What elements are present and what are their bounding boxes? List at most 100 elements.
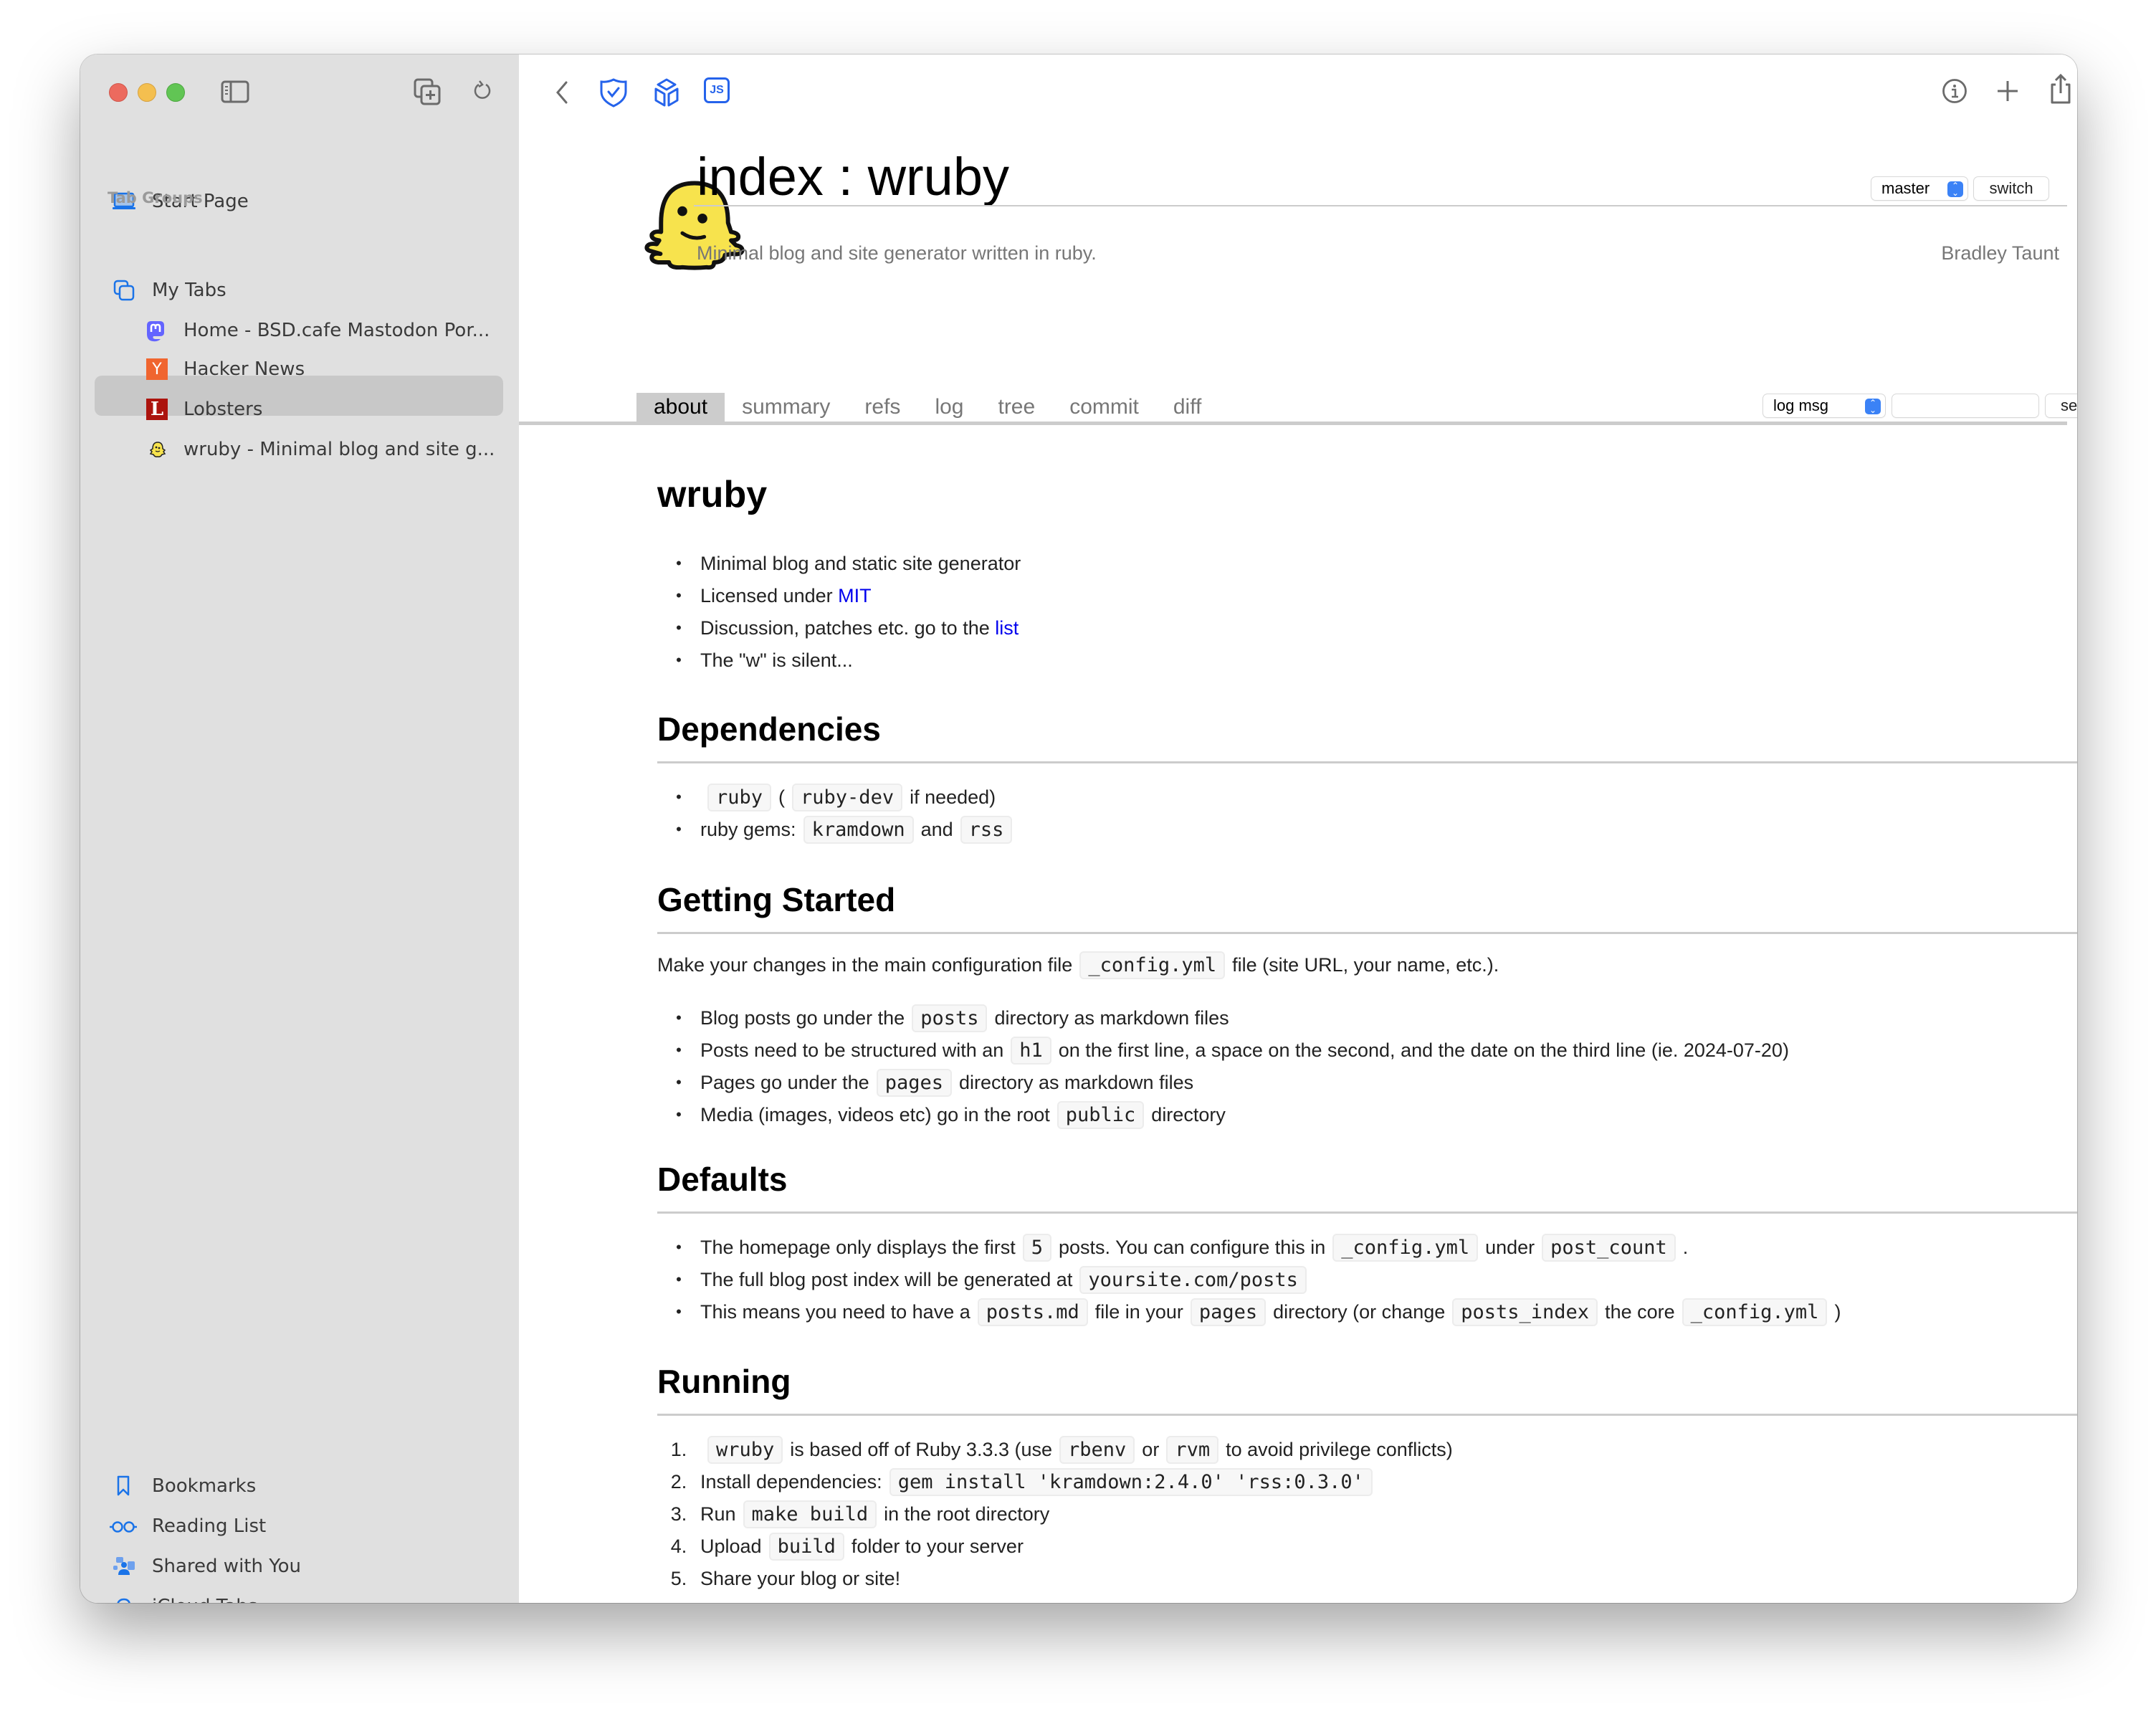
list-item: • Posts need to be structured with an h1…	[657, 1036, 1789, 1065]
list-item-text: .	[1682, 1236, 1689, 1258]
sidebar-toggle-icon[interactable]	[221, 80, 249, 103]
inline-code: posts	[912, 1004, 988, 1032]
tab-group-label: My Tabs	[152, 280, 226, 301]
list-item-text: Share your blog or site!	[700, 1567, 901, 1589]
bullet: •	[676, 1238, 682, 1256]
lobsters-icon-glyph: L	[150, 399, 164, 420]
tab-tree[interactable]: tree	[981, 393, 1052, 422]
inline-code: rss	[960, 815, 1013, 844]
heading-divider	[657, 761, 2077, 763]
tab-group-my-tabs[interactable]: My Tabs	[80, 274, 519, 308]
switch-label: switch	[1989, 179, 2033, 197]
ordered-list-item: 4. Upload build folder to your server	[657, 1532, 1024, 1561]
ordered-list-item: 5. Share your blog or site!	[657, 1564, 900, 1593]
icloud-tabs-label: iCloud Tabs	[152, 1596, 257, 1603]
list-number: 1.	[670, 1438, 687, 1460]
list-item: • Discussion, patches etc. go to the lis…	[657, 614, 1019, 642]
list-item-text: to avoid privilege conflicts)	[1226, 1438, 1453, 1460]
search-mode-select[interactable]: log msg ⌃ ⌄	[1763, 394, 1885, 417]
bookmarks-label: Bookmarks	[152, 1475, 257, 1497]
reading-list-label: Reading List	[152, 1515, 267, 1537]
tab-title: Hacker News	[183, 358, 305, 380]
inline-code: pages	[1190, 1298, 1267, 1326]
icloud-icon	[117, 1598, 130, 1603]
sidebar-tab-selected[interactable]: wruby - Minimal blog and site g...	[80, 433, 519, 467]
javascript-extension-icon[interactable]: JS	[704, 77, 730, 103]
paragraph-text: file (site URL, your name, etc.).	[1232, 953, 1499, 976]
heading-divider	[657, 1414, 2077, 1416]
zoom-window-button[interactable]	[166, 83, 185, 102]
lobsters-icon: L	[146, 399, 168, 420]
paragraph-text: Make your changes in the main configurat…	[657, 953, 1073, 976]
list-item-text: (	[778, 786, 786, 808]
list-item: • ruby ( ruby-dev if needed)	[657, 783, 996, 811]
reload-icon[interactable]	[472, 79, 493, 103]
list-item-text: Licensed under	[700, 584, 839, 606]
tab-title: wruby - Minimal blog and site g...	[183, 439, 495, 460]
inline-code: post_count	[1542, 1233, 1676, 1262]
list-item-text: The full blog post index will be generat…	[700, 1268, 1073, 1290]
inline-code: ruby	[707, 783, 772, 811]
inline-code: wruby	[707, 1435, 783, 1464]
bullet: •	[676, 1009, 682, 1027]
list-item-text: Pages go under the	[700, 1071, 869, 1093]
bullet: •	[676, 1073, 682, 1091]
adblock-shield-icon[interactable]	[599, 77, 628, 108]
branch-select[interactable]: master ⌃ ⌄	[1871, 177, 1967, 200]
info-icon[interactable]	[1941, 77, 1968, 105]
sidebar-item-bookmarks[interactable]: Bookmarks	[80, 1470, 519, 1504]
bullet: •	[676, 820, 682, 838]
bullet: •	[676, 554, 682, 572]
close-window-button[interactable]	[109, 83, 128, 102]
tab-log[interactable]: log	[917, 393, 981, 422]
tab-summary[interactable]: summary	[725, 393, 847, 422]
inline-code: _config.yml	[1332, 1233, 1479, 1262]
list-item: • Media (images, videos etc) go in the r…	[657, 1100, 1226, 1129]
list-item: • The homepage only displays the first 5…	[657, 1233, 1688, 1262]
tab-group-icon	[113, 280, 135, 301]
extension-cube-icon[interactable]	[652, 77, 681, 108]
sidebar-item-icloud-tabs[interactable]: iCloud Tabs	[80, 1590, 519, 1603]
list-item-text: )	[1834, 1300, 1841, 1323]
tab-commit[interactable]: commit	[1052, 393, 1156, 422]
list-item: • The "w" is silent...	[657, 646, 853, 675]
search-button[interactable]: search	[2046, 394, 2077, 417]
shared-with-you-icon	[113, 1557, 135, 1575]
list-item-text: directory (or change	[1273, 1300, 1446, 1323]
list-item-text: or	[1142, 1438, 1160, 1460]
sidebar-tab[interactable]: L Lobsters	[80, 393, 519, 427]
bullet: •	[676, 651, 682, 669]
sidebar-tab[interactable]: Y Hacker News	[80, 353, 519, 387]
list-item-text: ruby gems:	[700, 818, 796, 840]
list-item: • The full blog post index will be gener…	[657, 1265, 1314, 1294]
inline-code: rbenv	[1059, 1435, 1135, 1464]
back-icon[interactable]	[553, 80, 571, 105]
share-icon[interactable]	[2048, 73, 2073, 105]
inline-code: _config.yml	[1682, 1298, 1828, 1326]
bullet: •	[676, 586, 682, 604]
list-item-text: under	[1485, 1236, 1535, 1258]
sidebar-item-reading-list[interactable]: Reading List	[80, 1510, 519, 1544]
readme-title: wruby	[657, 474, 768, 515]
search-input[interactable]	[1892, 394, 2038, 417]
tab-refs[interactable]: refs	[847, 393, 917, 422]
sidebar-tab[interactable]: Home - BSD.cafe Mastodon Por...	[80, 314, 519, 348]
new-tab-group-icon[interactable]	[413, 77, 442, 106]
new-tab-icon[interactable]	[1995, 79, 2020, 103]
mastodon-icon	[147, 321, 164, 342]
switch-branch-button[interactable]: switch	[1974, 177, 2048, 200]
bookmark-icon	[117, 1475, 130, 1496]
minimize-window-button[interactable]	[138, 83, 156, 102]
inline-code: pages	[876, 1068, 952, 1097]
bullet: •	[676, 788, 682, 806]
mailing-list-link[interactable]: list	[995, 617, 1019, 639]
list-item-text: directory as markdown files	[994, 1006, 1229, 1029]
inline-code: h1	[1011, 1036, 1051, 1065]
hacker-news-icon: Y	[146, 358, 168, 380]
mit-license-link[interactable]: MIT	[838, 585, 872, 607]
tab-about[interactable]: about	[636, 393, 725, 422]
tab-diff[interactable]: diff	[1156, 393, 1218, 422]
inline-code: build	[768, 1532, 844, 1561]
inline-code: kramdown	[803, 815, 914, 844]
sidebar-item-shared-with-you[interactable]: Shared with You	[80, 1550, 519, 1584]
